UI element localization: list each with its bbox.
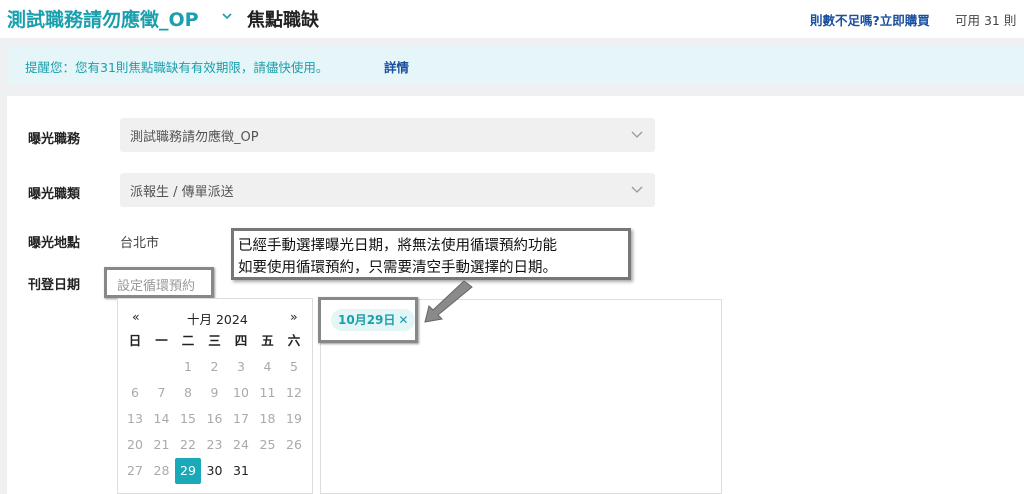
category-label: 曝光職類 xyxy=(28,187,81,202)
calendar-weekday: 三 xyxy=(208,333,221,348)
category-select[interactable]: 派報生 / 傳單派送 xyxy=(120,173,655,207)
callout-arrow-icon xyxy=(424,280,473,323)
calendar-weekday: 五 xyxy=(261,333,274,348)
calendar-day[interactable]: 11 xyxy=(255,380,281,406)
location-label: 曝光地點 xyxy=(28,236,81,251)
buy-more-link[interactable]: 則數不足嗎?立即購買 xyxy=(810,10,930,29)
calendar-weekday: 一 xyxy=(155,333,168,348)
calendar-day[interactable]: 6 xyxy=(122,380,148,406)
date-label: 刊登日期 xyxy=(28,278,81,293)
calendar-day[interactable]: 14 xyxy=(149,406,175,432)
notice-details-link[interactable]: 詳情 xyxy=(384,57,409,76)
calendar-month-label[interactable]: 十月 2024 xyxy=(187,309,248,328)
chevron-down-icon xyxy=(631,131,643,138)
calendar-day[interactable]: 18 xyxy=(255,406,281,432)
calendar-day[interactable]: 22 xyxy=(175,432,201,458)
close-icon[interactable]: ✕ xyxy=(398,309,408,331)
recurring-input[interactable]: 設定循環預約 xyxy=(104,267,214,298)
calendar-weekday: 四 xyxy=(234,333,248,348)
calendar-next-button[interactable]: » xyxy=(290,309,298,324)
callout-line-2: 如要使用循環預約，只需要清空手動選擇的日期。 xyxy=(238,260,557,276)
calendar-day[interactable]: 26 xyxy=(281,432,307,458)
job-select[interactable]: 測試職務請勿應徵_OP xyxy=(120,118,655,152)
chevron-down-icon xyxy=(631,186,643,193)
calendar-weekday: 二 xyxy=(181,333,195,348)
calendar-day[interactable]: 19 xyxy=(281,406,307,432)
selected-date-highlight: 10月29日 ✕ xyxy=(318,297,418,343)
top-bar: 測試職務請勿應徵_OP 焦點職缺 則數不足嗎?立即購買 可用 31 則 xyxy=(0,0,1024,38)
calendar-day[interactable]: 7 xyxy=(149,380,175,406)
calendar-day[interactable]: 30 xyxy=(202,458,228,484)
calendar-day[interactable]: 3 xyxy=(228,354,254,380)
calendar-day[interactable]: 4 xyxy=(255,354,281,380)
calendar-day[interactable]: 2 xyxy=(202,354,228,380)
calendar-day[interactable]: 23 xyxy=(202,432,228,458)
calendar-prev-button[interactable]: « xyxy=(132,309,140,324)
calendar-day[interactable]: 31 xyxy=(228,458,254,484)
calendar-day[interactable]: 8 xyxy=(175,380,201,406)
page-title: 焦點職缺 xyxy=(247,10,319,31)
calendar-day[interactable]: 20 xyxy=(122,432,148,458)
calendar-day[interactable]: 9 xyxy=(202,380,228,406)
calendar-day[interactable]: 15 xyxy=(175,406,201,432)
calendar-day[interactable]: 24 xyxy=(228,432,254,458)
location-value: 台北市 xyxy=(120,236,160,251)
job-select-value: 測試職務請勿應徵_OP xyxy=(130,130,259,145)
callout-line-1: 已經手動選擇曝光日期，將無法使用循環預約功能 xyxy=(238,238,557,254)
available-count: 可用 31 則 xyxy=(955,13,1017,28)
selected-date-chip[interactable]: 10月29日 ✕ xyxy=(331,309,416,331)
calendar-day-selected[interactable]: 29 xyxy=(175,458,201,484)
calendar-day[interactable]: 13 xyxy=(122,406,148,432)
calendar-day[interactable]: 16 xyxy=(202,406,228,432)
calendar: « 十月 2024 » 日一二三四五六 1 2 3 4 5 6 7 8 9 10 11 12 13 14 15… xyxy=(117,298,313,494)
calendar-weekday: 日 xyxy=(128,333,142,348)
calendar-day[interactable]: 5 xyxy=(281,354,307,380)
calendar-day[interactable]: 17 xyxy=(228,406,254,432)
category-select-value: 派報生 / 傳單派送 xyxy=(130,185,234,200)
chip-label: 10月29日 xyxy=(338,313,396,327)
calendar-day[interactable]: 21 xyxy=(149,432,175,458)
instruction-callout: 已經手動選擇曝光日期，將無法使用循環預約功能 如要使用循環預約，只需要清空手動選… xyxy=(231,228,631,280)
calendar-day[interactable]: 27 xyxy=(122,458,148,484)
notice-banner: 提醒您：您有31則焦點職缺有有效期限，請儘快使用。 詳情 xyxy=(7,46,1024,84)
notice-text: 提醒您：您有31則焦點職缺有有效期限，請儘快使用。 xyxy=(25,60,329,75)
calendar-day[interactable]: 10 xyxy=(228,380,254,406)
chevron-down-icon[interactable] xyxy=(221,10,233,22)
calendar-day[interactable]: 1 xyxy=(175,354,201,380)
job-label: 曝光職務 xyxy=(28,132,81,147)
calendar-day[interactable]: 25 xyxy=(255,432,281,458)
calendar-day[interactable]: 28 xyxy=(149,458,175,484)
calendar-day[interactable]: 12 xyxy=(281,380,307,406)
calendar-weekday: 六 xyxy=(287,333,301,348)
recurring-placeholder: 設定循環預約 xyxy=(117,279,196,294)
job-title-dropdown[interactable]: 測試職務請勿應徵_OP xyxy=(7,5,199,32)
